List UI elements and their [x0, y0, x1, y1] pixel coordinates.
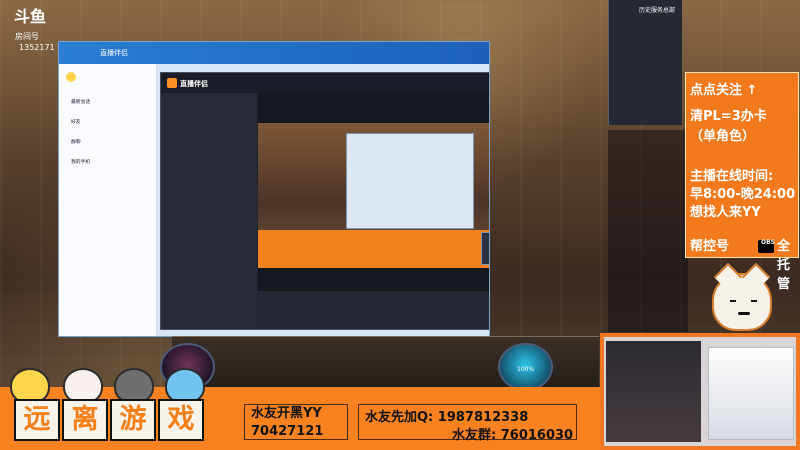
- qq-line: 水友先加Q: 1987812338: [365, 406, 528, 425]
- qq-info-box: 水友先加Q: 1987812338 水友群: 76016030: [358, 404, 577, 443]
- preview-bottom-overlay: [258, 230, 489, 268]
- obs-badge-text: OBS: [761, 239, 775, 246]
- notice-line-7-part-1: 帮控号: [690, 239, 730, 254]
- stream-app-window: 直播伴侣: [160, 72, 489, 330]
- group-value: 76016030: [500, 428, 574, 443]
- footer-title-char-1: 远: [14, 399, 60, 441]
- stream-toolbar[interactable]: [258, 291, 489, 329]
- sidebar-item-latest[interactable]: 最新会话: [71, 98, 90, 105]
- group-label: 水友群:: [452, 428, 497, 443]
- room-id: 1352171: [19, 43, 55, 52]
- room-label: 房间号: [15, 32, 39, 41]
- mascot-mouth: [738, 312, 750, 315]
- qq-sidebar[interactable]: 最新会话 好友 群聊 我的手机: [59, 64, 157, 336]
- avatar: [66, 72, 76, 82]
- sidebar-item-groups[interactable]: 群聊: [71, 138, 81, 145]
- notice-panel: 点点关注 ↑ 清PL=3办卡 （单角色） 主播在线时间: 早8:00-晚24:0…: [685, 72, 799, 292]
- webcam-left-screen: [606, 341, 701, 442]
- preview-window: [346, 133, 474, 229]
- webcam-feed: [600, 333, 800, 450]
- footer-title-char-4: 戏: [158, 399, 204, 441]
- preview-webcam: [481, 232, 489, 265]
- mascot-eye-right: [751, 300, 757, 302]
- mana-percent: 100%: [517, 366, 535, 373]
- notice-line-1: 点点关注 ↑: [690, 83, 758, 98]
- group-line: 水友群: 76016030: [452, 424, 573, 443]
- game-hotbar: [160, 336, 599, 392]
- quest-panel: [608, 130, 688, 332]
- yy-label: 水友开黑YY: [251, 406, 322, 421]
- notice-line-7-part-2: 全托管: [777, 239, 791, 292]
- stream-preview: [258, 93, 489, 291]
- mascot-face: [712, 273, 772, 331]
- yy-value: 70427121: [251, 424, 324, 439]
- notice-line-5: 早8:00-晚24:00: [690, 187, 796, 202]
- footer-title-char-3: 游: [110, 399, 156, 441]
- notice-line-4: 主播在线时间:: [690, 169, 774, 184]
- desktop-capture: 直播伴侣 最新会话 好友 群聊 我的手机 直播伴侣: [58, 41, 490, 337]
- qq-value: 1987812338: [437, 410, 529, 425]
- stream-app-header: 直播伴侣: [161, 73, 489, 93]
- notice-line-3: （单角色）: [690, 129, 756, 144]
- mascot-eye-left: [730, 300, 736, 302]
- footer-title-char-2: 离: [62, 399, 108, 441]
- minimap-panel: 历史服务总部: [608, 0, 682, 125]
- notice-line-6: 想找人来YY: [690, 205, 761, 220]
- qq-window-title: 直播伴侣: [100, 49, 128, 57]
- minimap-location: 历史服务总部: [639, 7, 676, 14]
- sidebar-item-phone[interactable]: 我的手机: [71, 158, 90, 165]
- stream-app-menu[interactable]: [161, 93, 257, 329]
- stream-app-icon: [167, 78, 177, 88]
- webcam-right-screen: [708, 347, 794, 440]
- stream-app-title: 直播伴侣: [180, 80, 208, 88]
- qq-label: 水友先加Q:: [365, 410, 434, 425]
- notice-line-2: 清PL=3办卡: [690, 109, 767, 124]
- yy-info-box: 水友开黑YY 70427121: [244, 404, 348, 440]
- qq-window-header: 直播伴侣: [59, 42, 489, 64]
- sidebar-item-friends[interactable]: 好友: [71, 118, 81, 125]
